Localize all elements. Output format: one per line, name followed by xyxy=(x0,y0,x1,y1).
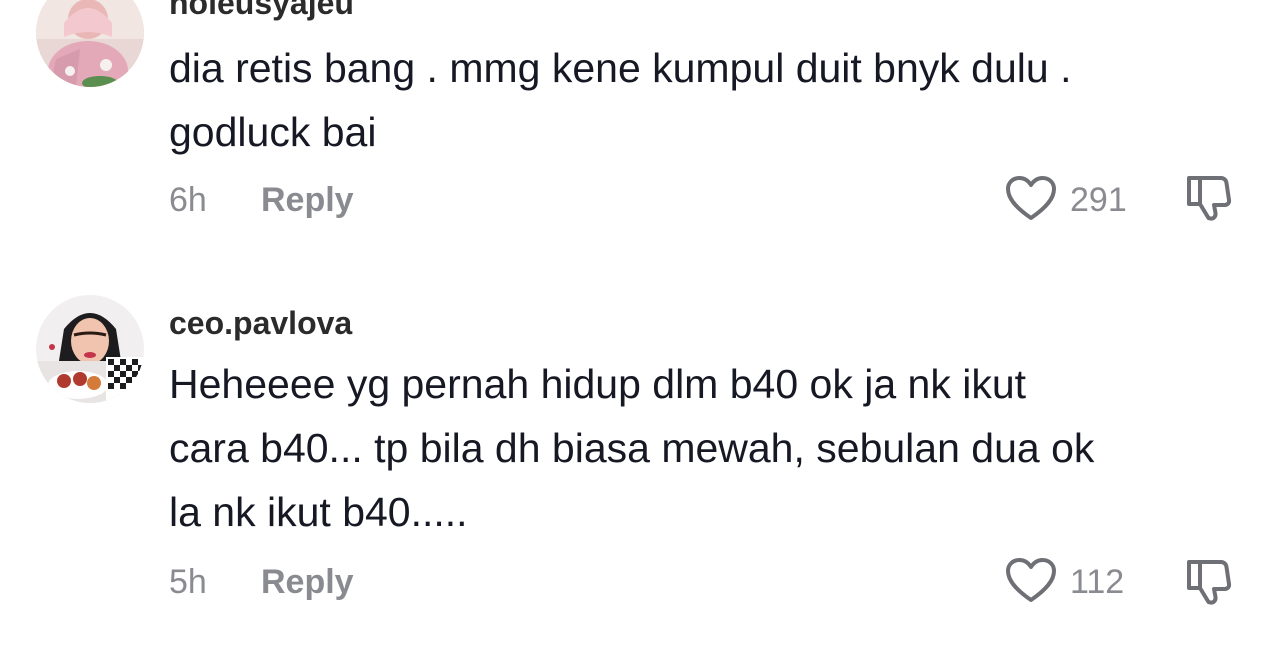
comment-timestamp: 5h xyxy=(169,563,207,601)
reply-button[interactable]: Reply xyxy=(261,562,354,602)
comment-text-line: dia retis bang . mmg kene kumpul duit bn… xyxy=(169,45,1072,91)
thumbs-down-icon[interactable] xyxy=(1183,172,1235,224)
comment-text: Heheeee yg pernah hidup dlm b40 ok ja nk… xyxy=(169,352,1239,544)
like-count: 112 xyxy=(1070,563,1125,601)
reply-button[interactable]: Reply xyxy=(261,180,354,220)
comment-text-line: godluck bai xyxy=(169,109,377,155)
comment-text-line: cara b40... tp bila dh biasa mewah, sebu… xyxy=(169,425,1095,471)
comment-text-line: la nk ikut b40..... xyxy=(169,489,468,535)
like-count: 291 xyxy=(1070,181,1127,219)
avatar[interactable] xyxy=(36,0,144,87)
heart-outline-icon[interactable] xyxy=(1004,556,1058,604)
comment-text-line: Heheeee yg pernah hidup dlm b40 ok ja nk… xyxy=(169,361,1027,407)
avatar[interactable] xyxy=(36,295,144,403)
comment-item: ceo.pavlova Heheeee yg pernah hidup dlm … xyxy=(0,250,1280,647)
comment-text: dia retis bang . mmg kene kumpul duit bn… xyxy=(169,36,1239,164)
thumbs-down-icon[interactable] xyxy=(1183,556,1235,608)
comment-timestamp: 6h xyxy=(169,181,207,219)
comment-item: noleusyajeu dia retis bang . mmg kene ku… xyxy=(0,0,1280,250)
comment-username[interactable]: noleusyajeu xyxy=(169,0,354,22)
avatar-image xyxy=(36,0,144,87)
avatar-image xyxy=(36,295,144,403)
heart-outline-icon[interactable] xyxy=(1004,174,1058,222)
comment-username[interactable]: ceo.pavlova xyxy=(169,304,352,342)
